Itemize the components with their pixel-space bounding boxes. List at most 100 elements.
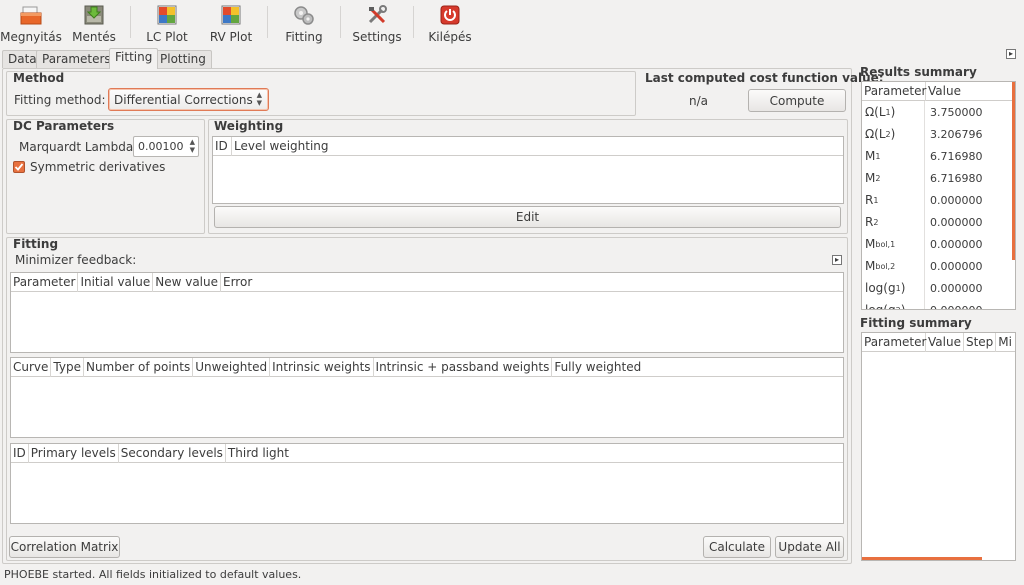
fitting-summary-table[interactable]: Parameter Value Step Mi: [861, 332, 1016, 561]
column-header[interactable]: Initial value: [78, 273, 154, 292]
expand-icon[interactable]: ▸: [832, 255, 842, 265]
save-button[interactable]: Mentés: [70, 2, 118, 44]
lc-plot-button[interactable]: LC Plot: [143, 2, 191, 44]
table-row[interactable]: Mbol,1 0.000000: [862, 233, 1015, 255]
detach-icon[interactable]: ▸: [1006, 49, 1016, 59]
parameter-subscript: bol,1: [875, 239, 896, 249]
curve-weights-table[interactable]: Curve Type Number of points Unweighted I…: [10, 357, 844, 438]
parameter-suffix: ): [890, 105, 896, 119]
column-header[interactable]: Intrinsic weights: [270, 358, 374, 377]
value-cell: 0.000000: [930, 303, 983, 310]
folder-open-icon: [20, 4, 42, 26]
open-button[interactable]: Megnyitás: [0, 2, 62, 44]
method-title: Method: [13, 71, 65, 85]
feedback-parameter-table[interactable]: Parameter Initial value New value Error: [10, 272, 844, 353]
value-cell: 3.206796: [930, 127, 983, 141]
lambda-spinbox[interactable]: 0.00100 ▲ ▼: [133, 136, 199, 157]
parameter-subscript: 2: [875, 173, 881, 183]
levels-table[interactable]: ID Primary levels Secondary levels Third…: [10, 443, 844, 524]
fitting-label: Fitting: [285, 30, 323, 44]
table-row[interactable]: M 1 6.716980: [862, 145, 1015, 167]
parameter-cell: M2: [862, 167, 925, 189]
value-cell: 6.716980: [930, 149, 983, 163]
settings-button[interactable]: Settings: [352, 2, 402, 44]
weighting-table-header: ID Level weighting: [213, 137, 843, 156]
column-header[interactable]: Mi: [996, 333, 1014, 352]
lc-plot-icon: [156, 4, 178, 26]
column-header[interactable]: New value: [153, 273, 221, 292]
parameter-cell: Ω(L 2): [862, 123, 925, 145]
table-row[interactable]: Ω(L 1) 3.750000: [862, 101, 1015, 123]
column-header[interactable]: Parameter: [862, 333, 926, 352]
column-header[interactable]: ID: [213, 137, 232, 156]
correlation-matrix-button[interactable]: Correlation Matrix: [9, 536, 120, 558]
toolbar-separator: [130, 6, 131, 38]
parameter-name: M: [865, 237, 876, 251]
tab-parameters[interactable]: Parameters: [36, 50, 117, 68]
table-row[interactable]: Ω(L 2) 3.206796: [862, 123, 1015, 145]
calculate-button[interactable]: Calculate: [703, 536, 771, 558]
parameter-suffix: ): [890, 127, 896, 141]
tab-fitting[interactable]: Fitting: [109, 48, 159, 69]
update-all-button[interactable]: Update All: [775, 536, 844, 558]
column-header[interactable]: Parameter: [11, 273, 79, 292]
column-header[interactable]: Secondary levels: [119, 444, 226, 463]
table-row[interactable]: Mbol,2 0.000000: [862, 255, 1015, 277]
column-header[interactable]: Number of points: [84, 358, 194, 377]
column-header[interactable]: Value: [926, 333, 964, 352]
tab-plotting[interactable]: Plotting: [154, 50, 212, 68]
column-header[interactable]: Parameter: [862, 82, 926, 101]
parameter-name: log(g: [865, 303, 896, 310]
download-icon: [83, 4, 105, 26]
symmetric-derivatives-checkbox[interactable]: [13, 161, 25, 173]
rv-plot-label: RV Plot: [209, 30, 253, 44]
column-header[interactable]: Level weighting: [232, 137, 331, 156]
column-header[interactable]: Unweighted: [193, 358, 271, 377]
results-title: Results summary: [860, 65, 977, 79]
fitting-method-select[interactable]: Differential Corrections ▲ ▼: [108, 88, 269, 111]
table-row[interactable]: log(g 2) 0.000000: [862, 299, 1015, 310]
toolbar-separator: [340, 6, 341, 38]
results-table[interactable]: Parameter Value Ω(L 1) 3.750000 Ω(L 2) 3.2067…: [861, 81, 1016, 310]
rv-plot-icon: [220, 4, 242, 26]
column-header[interactable]: Intrinsic + passband weights: [374, 358, 553, 377]
settings-label: Settings: [352, 30, 402, 44]
column-header[interactable]: Curve: [11, 358, 52, 377]
lambda-value: 0.00100: [138, 140, 184, 153]
edit-button[interactable]: Edit: [214, 206, 841, 228]
levels-table-header: ID Primary levels Secondary levels Third…: [11, 444, 843, 463]
parameter-subscript: bol,2: [875, 261, 896, 271]
tools-icon: [366, 4, 388, 26]
parameter-cell: R1: [862, 189, 925, 211]
compute-button[interactable]: Compute: [748, 89, 846, 112]
weighting-table[interactable]: ID Level weighting: [212, 136, 844, 204]
lambda-label: Marquardt Lambda:: [19, 140, 138, 154]
rv-plot-button[interactable]: RV Plot: [206, 2, 256, 44]
column-header[interactable]: ID: [11, 444, 29, 463]
fitting-button[interactable]: Fitting: [282, 2, 326, 44]
column-header[interactable]: Primary levels: [29, 444, 119, 463]
column-header[interactable]: Fully weighted: [552, 358, 643, 377]
table-row[interactable]: M 2 6.716980: [862, 167, 1015, 189]
results-rows: Ω(L 1) 3.750000 Ω(L 2) 3.206796 M 1 6.716980 M 2 6.…: [862, 101, 1015, 310]
column-header[interactable]: Step: [964, 333, 997, 352]
scrollbar[interactable]: [862, 557, 982, 560]
parameter-suffix: ): [900, 281, 906, 295]
quit-button[interactable]: Kilépés: [427, 2, 473, 44]
parameter-name: R: [865, 193, 874, 207]
weighting-title: Weighting: [214, 119, 284, 133]
column-header[interactable]: Value: [926, 82, 963, 101]
table-row[interactable]: R 1 0.000000: [862, 189, 1015, 211]
table-row[interactable]: R 2 0.000000: [862, 211, 1015, 233]
scrollbar[interactable]: [1012, 82, 1015, 260]
value-cell: 0.000000: [930, 215, 983, 229]
column-header[interactable]: Type: [51, 358, 84, 377]
spin-arrows-icon[interactable]: ▲ ▼: [190, 138, 195, 154]
column-header[interactable]: Error: [221, 273, 254, 292]
quit-label: Kilépés: [428, 30, 472, 44]
column-header[interactable]: Third light: [226, 444, 291, 463]
fitting-method-value: Differential Corrections: [114, 93, 253, 107]
lc-plot-label: LC Plot: [146, 30, 188, 44]
table-row[interactable]: log(g 1) 0.000000: [862, 277, 1015, 299]
value-cell: 0.000000: [930, 281, 983, 295]
